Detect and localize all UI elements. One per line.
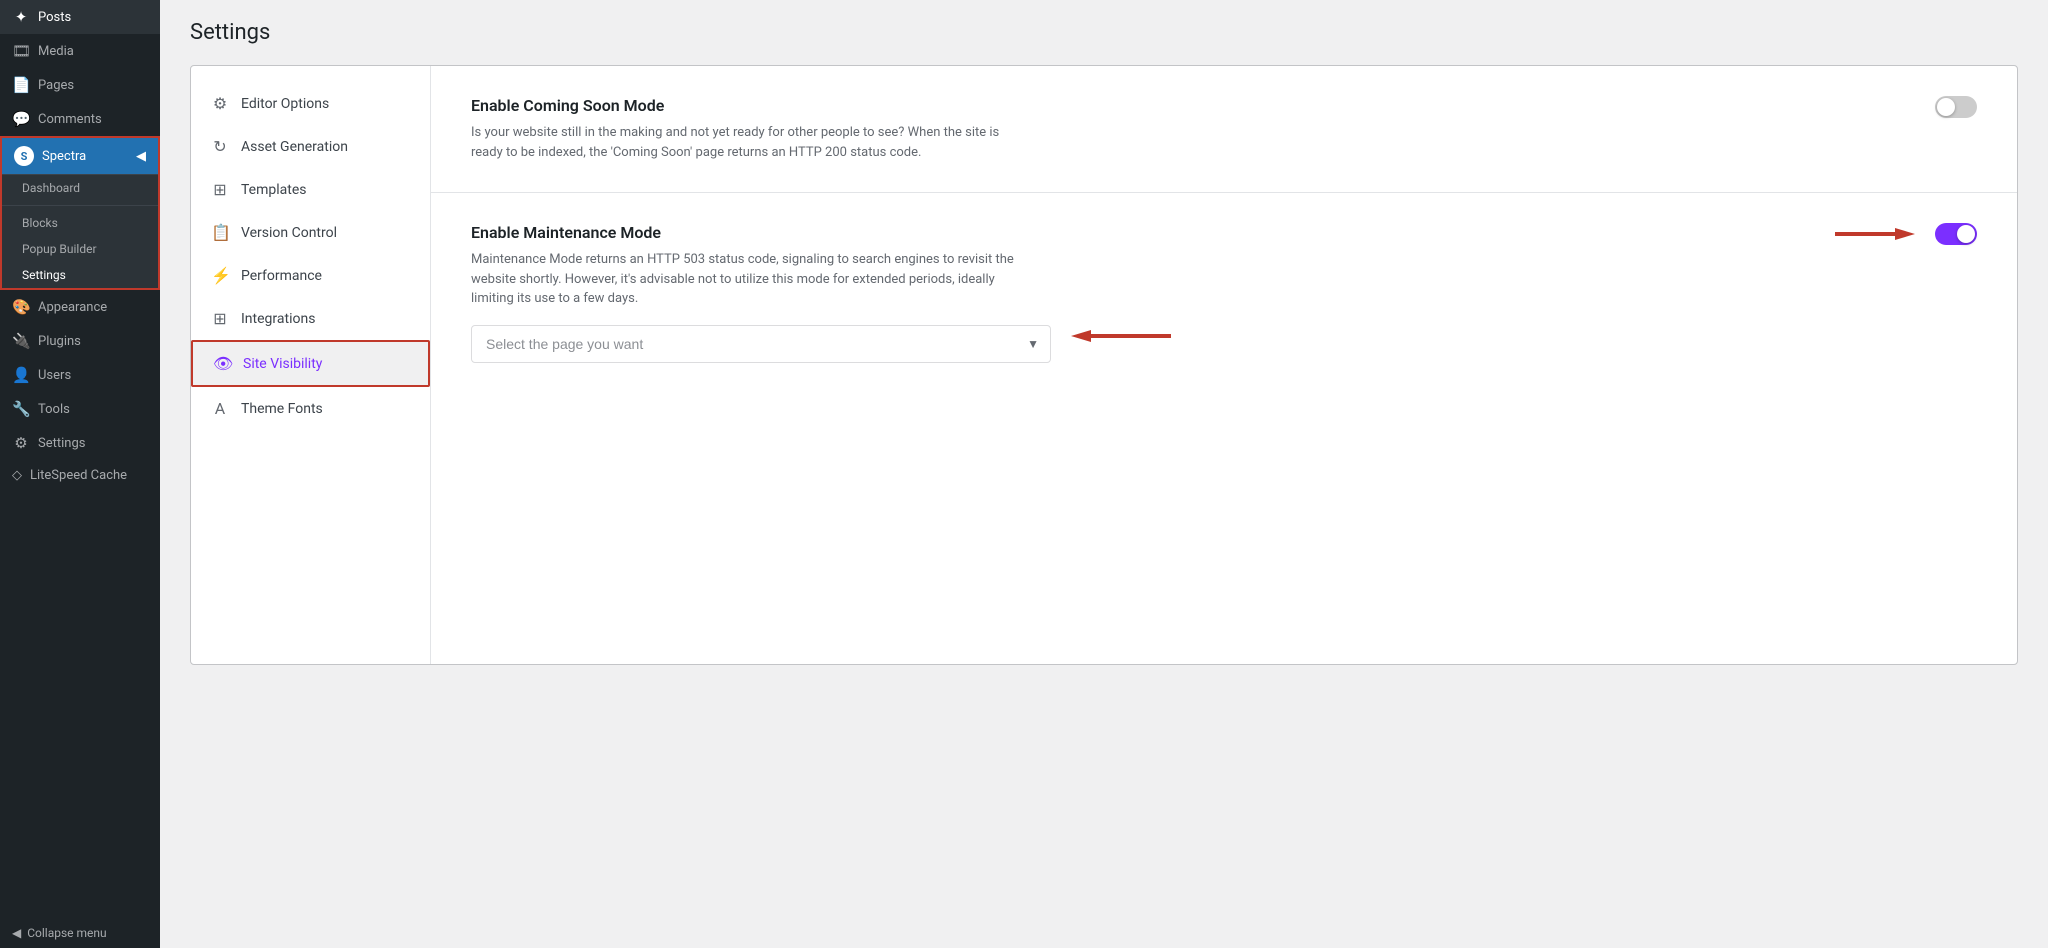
litespeed-icon: ◇	[12, 468, 22, 483]
nav-asset-generation[interactable]: ↻ Asset Generation	[191, 125, 430, 168]
users-icon: 👤	[12, 366, 30, 384]
page-title: Settings	[190, 20, 2018, 45]
arrow-left-indicator	[1071, 326, 1171, 346]
posts-icon: ✦	[12, 8, 30, 26]
plugins-icon: 🔌	[12, 332, 30, 350]
page-select-dropdown[interactable]: Select the page you want	[471, 325, 1051, 363]
editor-options-icon: ⚙	[211, 94, 229, 113]
maintenance-row: Enable Maintenance Mode Maintenance Mode…	[471, 223, 1977, 309]
asset-generation-icon: ↻	[211, 137, 229, 156]
page-select-wrapper: Select the page you want ▼	[471, 325, 1051, 363]
templates-icon: ⊞	[211, 180, 229, 199]
sidebar-item-users[interactable]: 👤 Users	[0, 358, 160, 392]
spectra-sub-group: Dashboard Blocks Popup Builder Settings	[2, 174, 158, 288]
maintenance-row-wrapper: Enable Maintenance Mode Maintenance Mode…	[471, 223, 1977, 363]
spectra-label: Spectra	[42, 149, 86, 164]
settings-nav: ⚙ Editor Options ↻ Asset Generation ⊞ Te…	[191, 66, 431, 664]
settings-icon: ⚙	[12, 434, 30, 452]
performance-icon: ⚡	[211, 266, 229, 285]
coming-soon-toggle-wrapper	[1935, 96, 1977, 118]
coming-soon-text: Enable Coming Soon Mode Is your website …	[471, 96, 1915, 162]
theme-fonts-icon: A	[211, 399, 229, 418]
maintenance-section: Enable Maintenance Mode Maintenance Mode…	[431, 193, 2017, 393]
sidebar: ✦ Posts 🎞 Media 📄 Pages 💬 Comments S Spe…	[0, 0, 160, 948]
spectra-group: S Spectra ◀ Dashboard Blocks Popup Build…	[0, 136, 160, 290]
sidebar-item-posts[interactable]: ✦ Posts	[0, 0, 160, 34]
maintenance-text: Enable Maintenance Mode Maintenance Mode…	[471, 223, 1815, 309]
sidebar-sub-settings[interactable]: Settings	[2, 262, 158, 288]
sidebar-sub-blocks[interactable]: Blocks	[2, 210, 158, 236]
select-row-wrapper: Select the page you want ▼	[471, 309, 1977, 363]
sidebar-item-pages[interactable]: 📄 Pages	[0, 68, 160, 102]
media-icon: 🎞	[12, 42, 30, 60]
coming-soon-slider	[1935, 96, 1977, 118]
collapse-icon: ◀	[12, 926, 21, 940]
sidebar-item-tools[interactable]: 🔧 Tools	[0, 392, 160, 426]
collapse-menu-button[interactable]: ◀ Collapse menu	[0, 918, 160, 948]
nav-integrations[interactable]: ⊞ Integrations	[191, 297, 430, 340]
nav-version-control[interactable]: 📋 Version Control	[191, 211, 430, 254]
coming-soon-description: Is your website still in the making and …	[471, 123, 1031, 162]
spectra-menu-item[interactable]: S Spectra ◀	[2, 138, 158, 174]
nav-editor-options[interactable]: ⚙ Editor Options	[191, 82, 430, 125]
nav-performance[interactable]: ⚡ Performance	[191, 254, 430, 297]
coming-soon-section: Enable Coming Soon Mode Is your website …	[431, 66, 2017, 193]
sidebar-item-comments[interactable]: 💬 Comments	[0, 102, 160, 136]
nav-theme-fonts[interactable]: A Theme Fonts	[191, 387, 430, 430]
coming-soon-toggle[interactable]	[1935, 96, 1977, 118]
coming-soon-title: Enable Coming Soon Mode	[471, 96, 1915, 115]
arrow-right-indicator	[1835, 224, 1915, 244]
spectra-logo: S	[14, 146, 34, 166]
coming-soon-row: Enable Coming Soon Mode Is your website …	[471, 96, 1977, 162]
sidebar-item-plugins[interactable]: 🔌 Plugins	[0, 324, 160, 358]
pages-icon: 📄	[12, 76, 30, 94]
site-visibility-icon: 👁	[213, 354, 231, 373]
sidebar-sub-popup-builder[interactable]: Popup Builder	[2, 236, 158, 262]
comments-icon: 💬	[12, 110, 30, 128]
maintenance-description: Maintenance Mode returns an HTTP 503 sta…	[471, 250, 1031, 309]
maintenance-toggle[interactable]	[1935, 223, 1977, 245]
sidebar-item-appearance[interactable]: 🎨 Appearance	[0, 290, 160, 324]
integrations-icon: ⊞	[211, 309, 229, 328]
tools-icon: 🔧	[12, 400, 30, 418]
appearance-icon: 🎨	[12, 298, 30, 316]
maintenance-slider	[1935, 223, 1977, 245]
sidebar-item-litespeed[interactable]: ◇ LiteSpeed Cache	[0, 460, 160, 491]
sidebar-item-settings[interactable]: ⚙ Settings	[0, 426, 160, 460]
sidebar-sub-dashboard[interactable]: Dashboard	[2, 175, 158, 201]
nav-templates[interactable]: ⊞ Templates	[191, 168, 430, 211]
main-content: Settings ⚙ Editor Options ↻ Asset Genera…	[160, 0, 2048, 948]
settings-content-area: Enable Coming Soon Mode Is your website …	[431, 66, 2017, 664]
sidebar-item-media[interactable]: 🎞 Media	[0, 34, 160, 68]
version-control-icon: 📋	[211, 223, 229, 242]
settings-card: ⚙ Editor Options ↻ Asset Generation ⊞ Te…	[190, 65, 2018, 665]
spectra-chevron: ◀	[136, 149, 146, 164]
maintenance-title: Enable Maintenance Mode	[471, 223, 1815, 242]
nav-site-visibility[interactable]: 👁 Site Visibility	[191, 340, 430, 387]
